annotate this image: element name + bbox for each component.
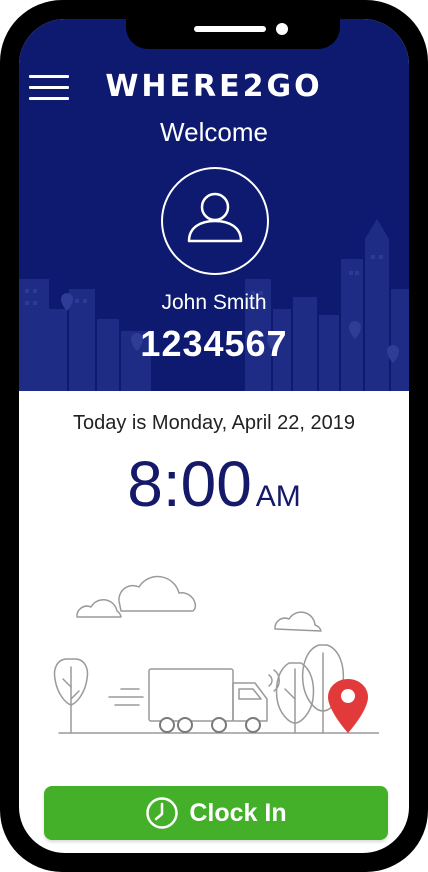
clock-in-button[interactable]: Clock In: [44, 786, 388, 840]
front-camera: [276, 23, 288, 35]
map-pin-icon: [328, 679, 368, 733]
current-date: Today is Monday, April 22, 2019: [72, 412, 356, 434]
time-ampm: AM: [255, 480, 301, 513]
user-id: 1234567: [140, 323, 288, 364]
app-screen: WHERE2GO Welcome John Smith 1234567 Toda…: [19, 19, 409, 853]
time-value: 8:00: [127, 448, 252, 520]
welcome-heading: Welcome: [160, 117, 268, 147]
speaker-grill: [194, 26, 266, 32]
phone-frame: WHERE2GO Welcome John Smith 1234567 Toda…: [0, 0, 428, 872]
user-avatar: [161, 167, 269, 275]
header-panel: WHERE2GO Welcome John Smith 1234567: [19, 19, 409, 391]
delivery-truck-illustration: [53, 575, 379, 734]
user-icon: [187, 192, 243, 243]
user-name: John Smith: [161, 291, 267, 314]
clock-icon: [145, 796, 179, 830]
device-notch: [126, 19, 340, 49]
app-logo: WHERE2GO: [105, 69, 323, 104]
clock-in-label: Clock In: [189, 798, 287, 827]
current-time: 8:00 AM: [19, 447, 409, 521]
